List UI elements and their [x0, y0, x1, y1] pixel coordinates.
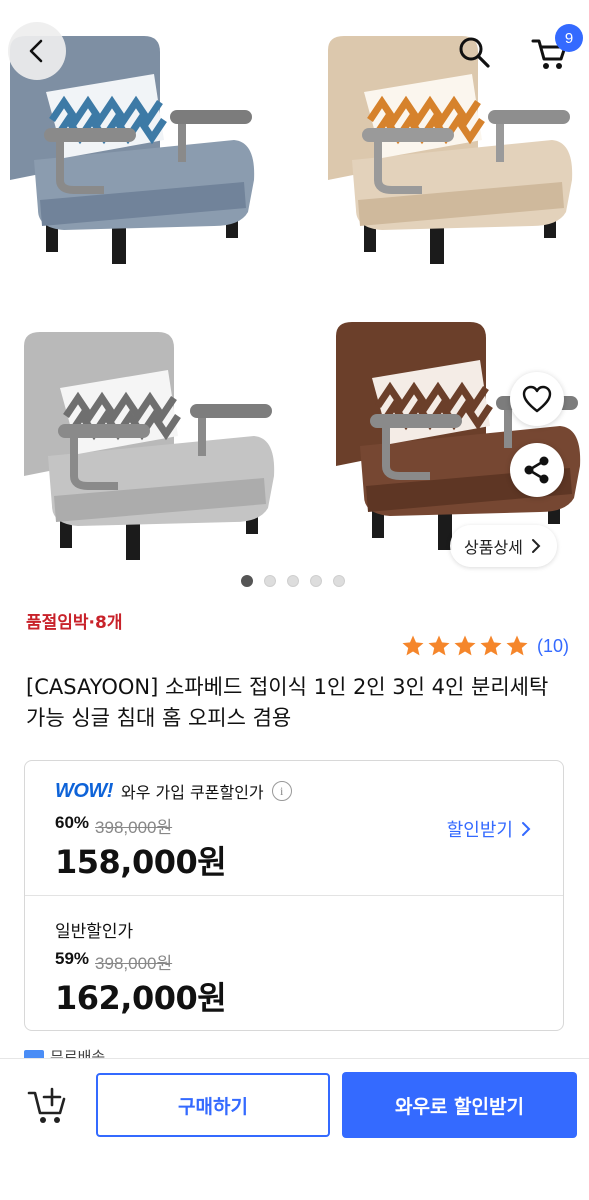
pagination-dot[interactable] — [286, 575, 299, 587]
star-icon — [402, 635, 424, 656]
divider — [25, 895, 563, 896]
add-to-cart-button[interactable] — [26, 1083, 72, 1129]
back-button[interactable] — [8, 22, 66, 80]
normal-discount-percent: 59% — [55, 949, 90, 968]
search-icon — [459, 37, 490, 68]
heart-icon — [522, 385, 552, 413]
wow-discount-button[interactable]: 와우로 할인받기 — [342, 1072, 577, 1138]
normal-price: 162,000원 — [55, 979, 227, 1017]
search-button[interactable] — [448, 26, 500, 78]
share-icon — [524, 456, 549, 484]
star-icon — [428, 635, 450, 656]
review-count[interactable]: (10) — [537, 636, 569, 657]
normal-discount-row: 59% 398,000원 — [55, 949, 172, 974]
chevron-right-icon — [531, 539, 541, 553]
star-icon — [454, 635, 476, 656]
pagination-dot[interactable] — [309, 575, 322, 587]
wishlist-button[interactable] — [510, 372, 564, 426]
wow-logo: WOW! — [55, 779, 113, 802]
normal-price-label: 일반할인가 — [55, 922, 134, 942]
product-title: [CASAYOON] 소파베드 접이식 1인 2인 3인 4인 분리세탁 가능 … — [26, 675, 549, 730]
product-image-gallery[interactable]: 9 상품상세 — [0, 0, 589, 598]
product-detail-button[interactable]: 상품상세 — [450, 525, 557, 567]
star-icon — [506, 635, 528, 656]
get-discount-link[interactable]: 할인받기 — [447, 816, 531, 842]
wow-price-header: WOW! 와우 가입 쿠폰할인가 i — [55, 779, 292, 803]
product-detail-label: 상품상세 — [464, 538, 523, 557]
pagination-dot[interactable] — [332, 575, 345, 587]
product-image-brown-chair — [330, 316, 589, 556]
chevron-left-icon — [29, 39, 43, 63]
share-button[interactable] — [510, 443, 564, 497]
star-icon — [480, 635, 502, 656]
gallery-pagination — [0, 575, 589, 587]
price-box: WOW! 와우 가입 쿠폰할인가 i 60% 398,000원 158,000원… — [24, 760, 564, 1031]
chevron-right-icon — [522, 822, 531, 836]
info-icon[interactable]: i — [271, 781, 292, 801]
cart-count-badge: 9 — [555, 24, 583, 52]
add-to-cart-icon — [27, 1087, 66, 1123]
wow-price: 158,000원 — [55, 843, 227, 881]
product-image-light-gray-chair — [18, 326, 280, 566]
get-discount-label: 할인받기 — [446, 820, 513, 841]
rating[interactable]: (10) — [401, 634, 569, 658]
normal-original-price: 398,000원 — [95, 954, 173, 973]
buy-button[interactable]: 구매하기 — [96, 1073, 330, 1137]
wow-discount-row: 60% 398,000원 — [55, 813, 172, 838]
stock-notice: 품절임박·8개 — [26, 613, 123, 633]
bottom-action-bar: 구매하기 와우로 할인받기 — [0, 1058, 589, 1200]
wow-discount-percent: 60% — [55, 813, 90, 832]
pagination-dot[interactable] — [263, 575, 276, 587]
wow-price-label: 와우 가입 쿠폰할인가 — [120, 783, 264, 802]
wow-original-price: 398,000원 — [95, 818, 173, 837]
pagination-dot[interactable] — [240, 575, 253, 587]
